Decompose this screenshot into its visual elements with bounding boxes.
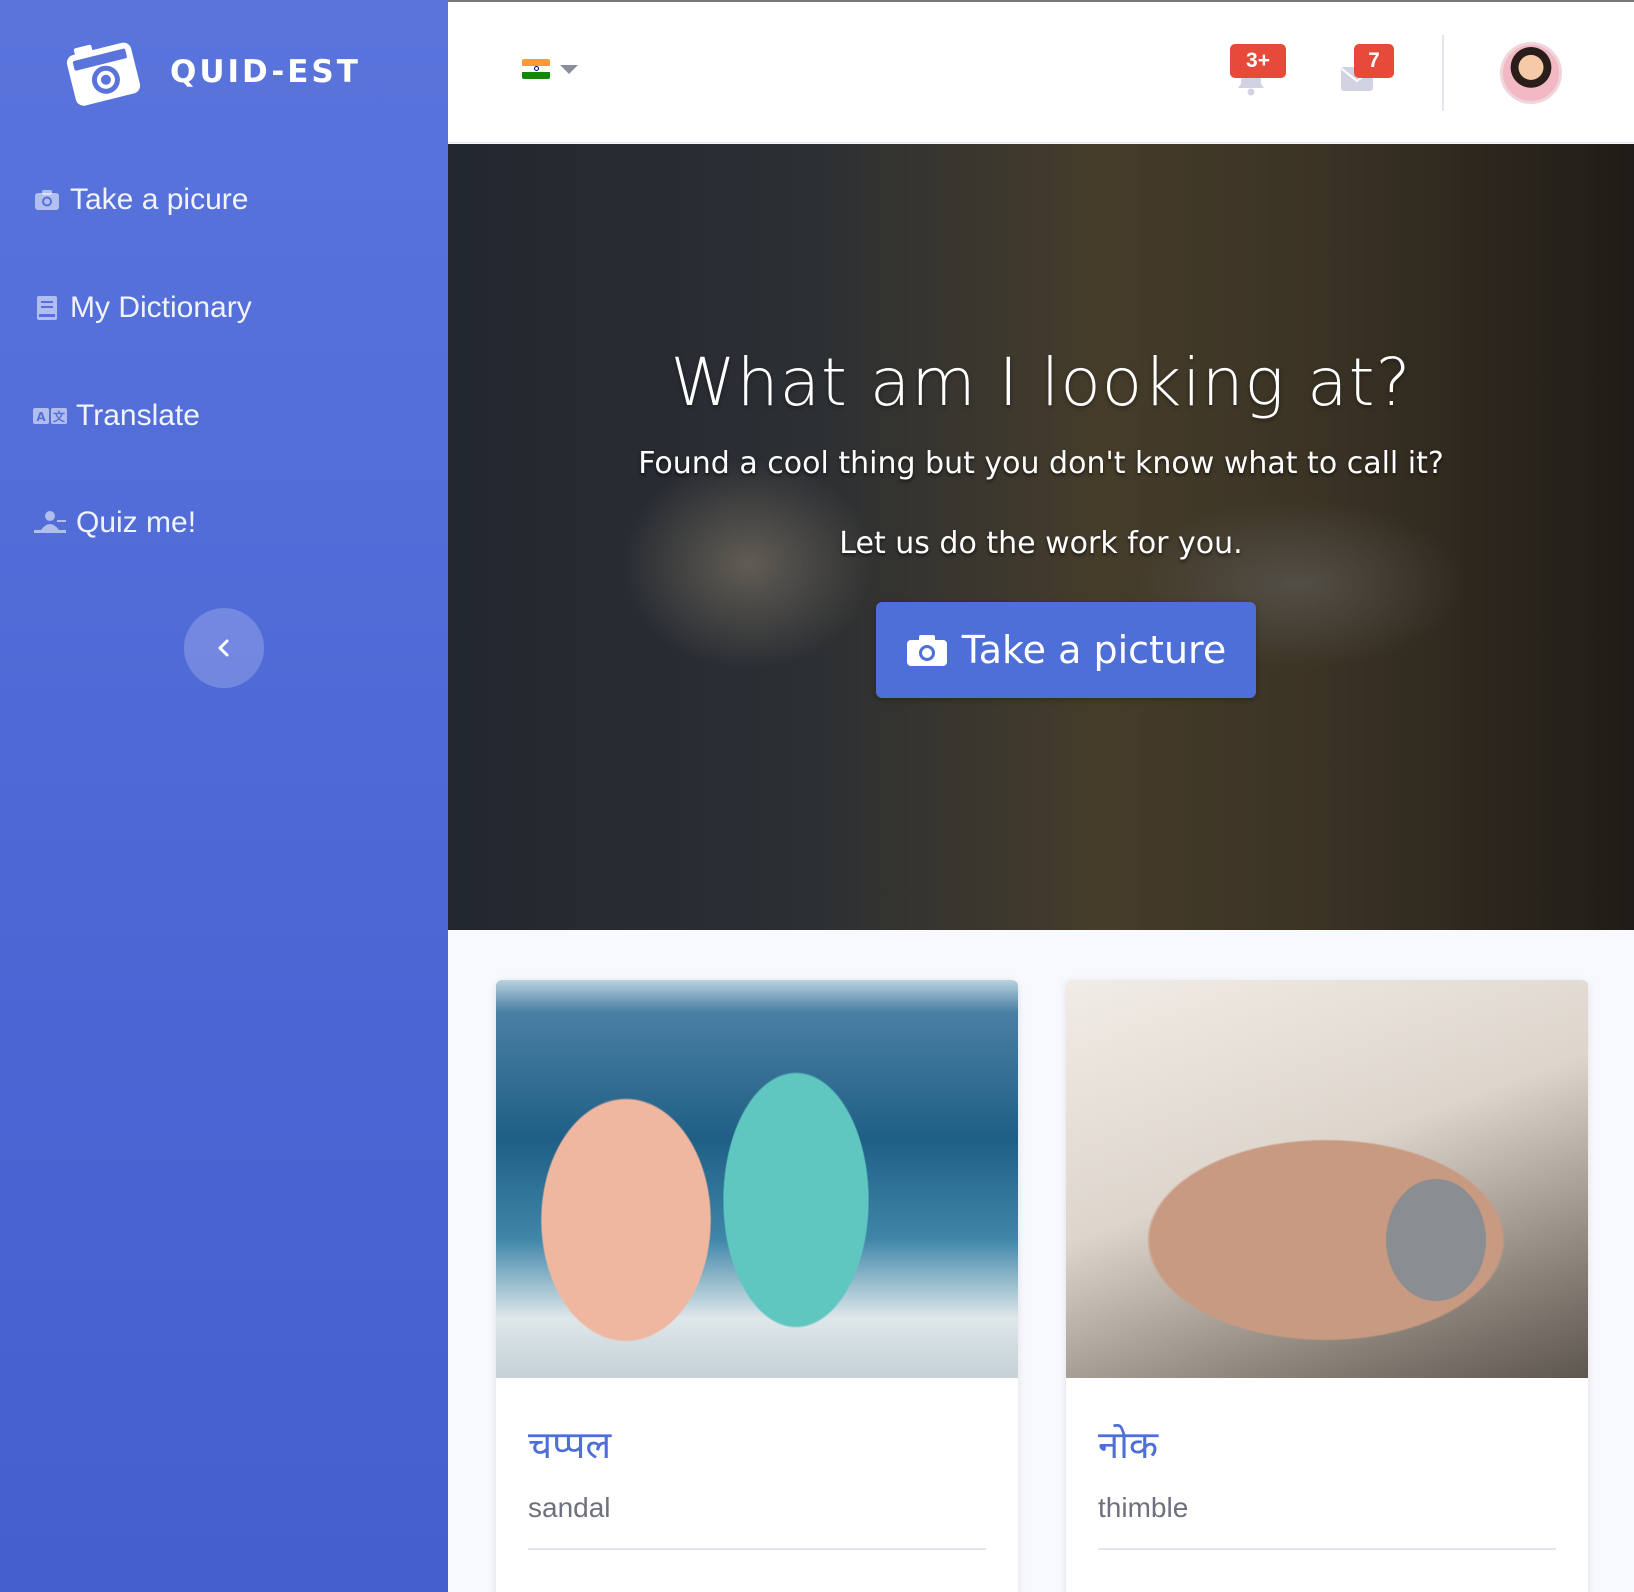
hero-subtitle: Found a cool thing but you don't know wh… <box>638 446 1444 481</box>
card-translation: thimble <box>1098 1492 1189 1523</box>
india-flag-icon <box>522 59 550 79</box>
card-word: चप्पल <box>528 1423 612 1467</box>
sidebar-item-my-dictionary[interactable]: My Dictionary <box>32 283 252 333</box>
topbar-divider <box>1442 35 1444 111</box>
sandal-image <box>496 980 1018 1378</box>
topbar: 3+ 7 <box>448 0 1634 143</box>
sidebar-item-label: My Dictionary <box>70 291 252 324</box>
svg-text:A: A <box>36 410 46 424</box>
alerts-dropdown[interactable]: 3+ <box>1230 44 1286 100</box>
chalkboard-teacher-icon <box>32 508 68 538</box>
messages-badge: 7 <box>1354 44 1394 78</box>
chevron-left-icon <box>218 639 229 657</box>
sidebar-toggle-button[interactable] <box>184 608 264 688</box>
sidebar-item-quiz[interactable]: Quiz me! <box>32 498 196 548</box>
sidebar-item-label: Translate <box>76 399 200 432</box>
card-translation: sandal <box>528 1492 611 1523</box>
card-divider <box>1098 1548 1556 1550</box>
brand[interactable]: QUID-EST <box>64 34 361 110</box>
alerts-badge: 3+ <box>1230 44 1286 78</box>
sidebar-item-take-picture[interactable]: Take a picure <box>32 175 248 225</box>
svg-text:文: 文 <box>53 409 66 424</box>
language-dropdown[interactable] <box>522 59 578 79</box>
take-picture-button[interactable]: Take a picture <box>876 602 1256 698</box>
card-divider <box>528 1548 986 1550</box>
camera-icon <box>32 185 62 215</box>
user-avatar[interactable] <box>1500 42 1562 104</box>
sidebar-item-label: Quiz me! <box>76 506 197 539</box>
hero-banner: What am I looking at? Found a cool thing… <box>448 144 1634 930</box>
take-picture-label: Take a picture <box>961 628 1227 672</box>
messages-dropdown[interactable]: 7 <box>1340 44 1394 96</box>
sidebar-item-translate[interactable]: A文 Translate <box>32 391 200 441</box>
dictionary-card[interactable]: नोक thimble <box>1066 980 1588 1592</box>
caret-down-icon <box>560 64 578 74</box>
card-word: नोक <box>1098 1423 1159 1467</box>
sidebar-item-label: Take a picure <box>70 183 249 216</box>
book-icon <box>32 293 62 323</box>
hero-subtitle-2: Let us do the work for you. <box>839 526 1243 561</box>
sidebar: QUID-EST Take a picure My Dictionary A文 … <box>0 0 448 1592</box>
dictionary-card[interactable]: चप्पल sandal <box>496 980 1018 1592</box>
language-icon: A文 <box>32 401 68 431</box>
thimble-image <box>1066 980 1588 1378</box>
camera-logo-icon <box>66 42 141 106</box>
hero-title: What am I looking at? <box>670 344 1412 421</box>
camera-icon <box>906 635 947 666</box>
brand-name: QUID-EST <box>170 54 361 90</box>
